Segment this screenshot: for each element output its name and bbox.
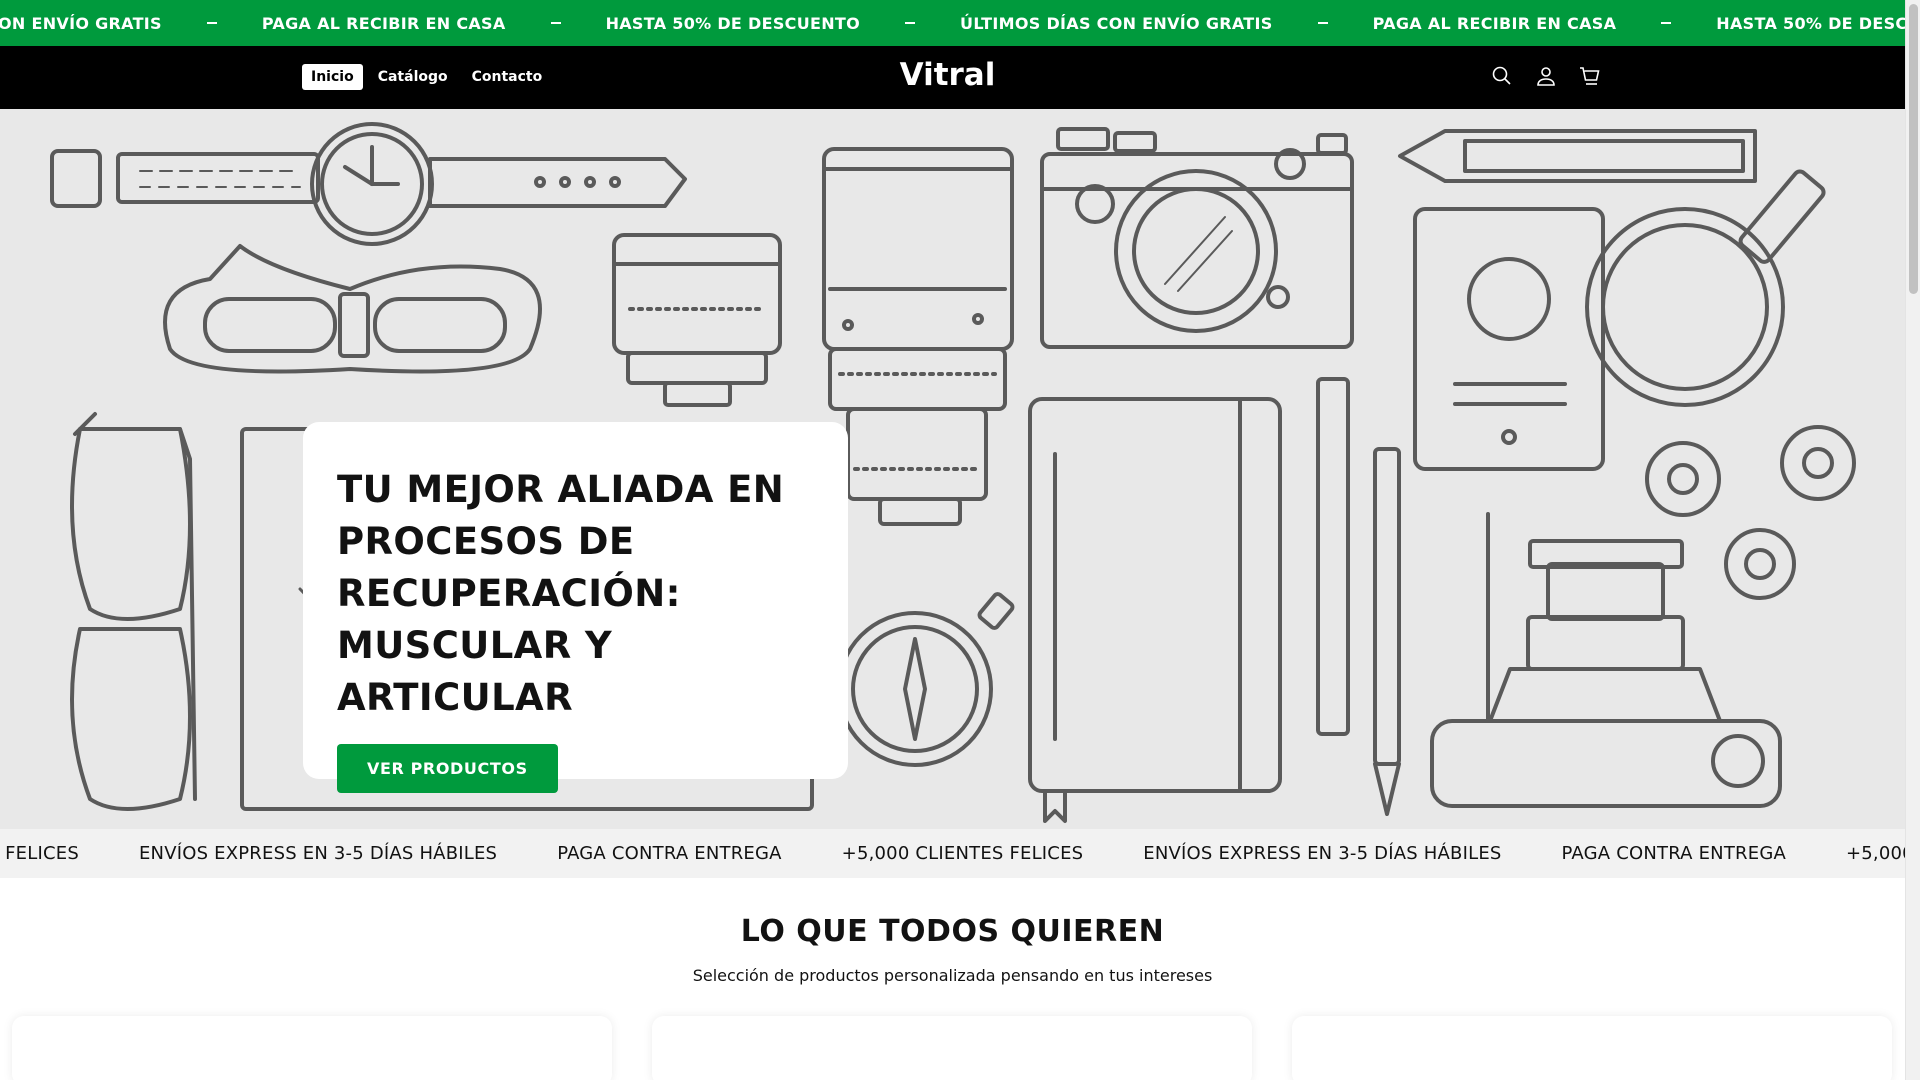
page: ON ENVÍO GRATIS PAGA AL RECIBIR EN CASA … bbox=[0, 0, 1905, 1080]
announcement-separator bbox=[550, 22, 561, 24]
hero-illustration bbox=[50, 122, 1856, 823]
featured-section: LO QUE TODOS QUIEREN Selección de produc… bbox=[0, 878, 1905, 1080]
announcement-separator bbox=[905, 22, 916, 24]
announcement-separator bbox=[1317, 22, 1328, 24]
section-title: LO QUE TODOS QUIEREN bbox=[740, 914, 1165, 949]
section-subtitle: Selección de productos personalizada pen… bbox=[692, 966, 1213, 985]
scrollbar[interactable] bbox=[1905, 0, 1920, 1080]
announcement-item: HASTA 50% DE DESCUENTO bbox=[605, 13, 861, 33]
product-card[interactable] bbox=[12, 1016, 612, 1080]
header-icons bbox=[1490, 64, 1602, 88]
announcement-separator bbox=[206, 22, 217, 24]
hero-title: TU MEJOR ALIADA EN PROCESOS DE RECUPERAC… bbox=[337, 468, 785, 719]
product-card[interactable] bbox=[1292, 1016, 1892, 1080]
marquee-item: ENVÍOS EXPRESS EN 3-5 DÍAS HÁBILES bbox=[1143, 843, 1502, 864]
announcement-item: PAGA AL RECIBIR EN CASA bbox=[1372, 13, 1617, 33]
marquee-item: ENVÍOS EXPRESS EN 3-5 DÍAS HÁBILES bbox=[138, 843, 498, 864]
account-icon[interactable] bbox=[1534, 64, 1558, 88]
announcement-item: ÚLTIMOS DÍAS CON ENVÍO GRATIS bbox=[960, 13, 1273, 33]
marquee-item: PAGA CONTRA ENTREGA bbox=[1561, 843, 1786, 864]
site-logo[interactable]: Vitral bbox=[0, 57, 1895, 93]
announcement-track: ON ENVÍO GRATIS PAGA AL RECIBIR EN CASA … bbox=[0, 0, 1905, 46]
view-products-button[interactable]: VER PRODUCTOS bbox=[337, 744, 558, 793]
marquee-item: +5,000 CLIENTES F bbox=[1845, 843, 1905, 864]
search-icon[interactable] bbox=[1490, 64, 1514, 88]
announcement-item: PAGA AL RECIBIR EN CASA bbox=[261, 13, 506, 33]
marquee-item: PAGA CONTRA ENTREGA bbox=[557, 843, 782, 864]
hero-card: TU MEJOR ALIADA EN PROCESOS DE RECUPERAC… bbox=[303, 422, 848, 793]
announcement-item: HASTA 50% DE DESCUENTO bbox=[1716, 13, 1905, 33]
cart-icon[interactable] bbox=[1578, 64, 1602, 88]
marquee-item: +5,000 CLIENTES FELICES bbox=[841, 843, 1084, 864]
product-card[interactable] bbox=[652, 1016, 1252, 1080]
scrollbar-thumb[interactable] bbox=[1909, 4, 1918, 294]
site-header: Inicio Catálogo Contacto Vitral bbox=[0, 46, 1905, 109]
announcement-bar: ON ENVÍO GRATIS PAGA AL RECIBIR EN CASA … bbox=[0, 0, 1905, 46]
marquee-track: ES FELICES ENVÍOS EXPRESS EN 3-5 DÍAS HÁ… bbox=[0, 829, 1905, 878]
marquee-item: ES FELICES bbox=[0, 843, 79, 864]
announcement-item: ON ENVÍO GRATIS bbox=[0, 13, 162, 33]
hero-banner: TU MEJOR ALIADA EN PROCESOS DE RECUPERAC… bbox=[0, 109, 1905, 829]
announcement-separator bbox=[1661, 22, 1672, 24]
benefits-marquee: ES FELICES ENVÍOS EXPRESS EN 3-5 DÍAS HÁ… bbox=[0, 829, 1905, 878]
